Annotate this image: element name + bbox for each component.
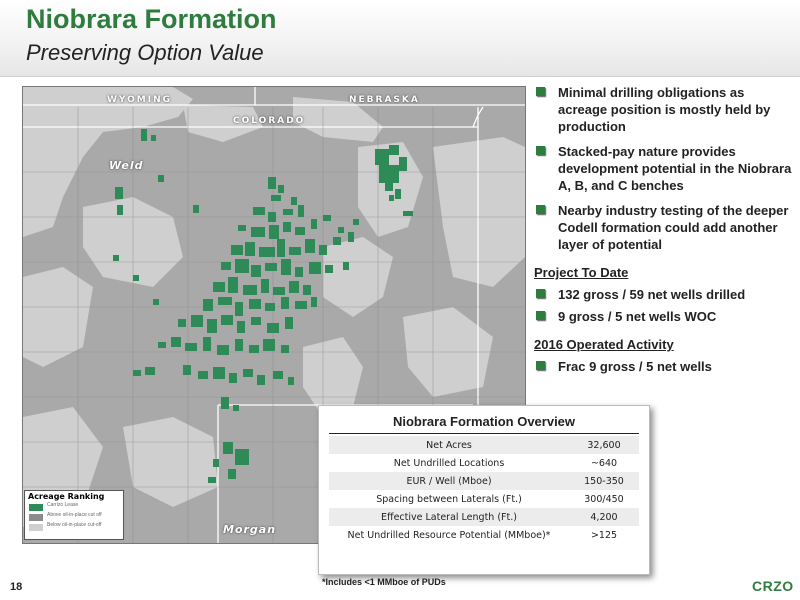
- row-value: 32,600: [569, 436, 639, 454]
- legend-label: Below oil-in-place cut-off: [47, 522, 102, 528]
- legend-swatch: [29, 524, 43, 531]
- map-label-nebraska: NEBRASKA: [349, 95, 420, 105]
- row-label: Effective Lateral Length (Ft.): [329, 508, 569, 526]
- legend-item-carrizo-lease: Carrizo Lease: [25, 503, 123, 512]
- bullet-icon: [536, 87, 545, 96]
- map-legend: Acreage Ranking Carrizo Lease Above oil-…: [24, 490, 124, 540]
- table-row: Effective Lateral Length (Ft.) 4,200: [329, 508, 639, 526]
- table-row: Net Undrilled Locations ~640: [329, 454, 639, 472]
- bullet-icon: [536, 289, 545, 298]
- bullet-icon: [536, 311, 545, 320]
- row-value: 4,200: [569, 508, 639, 526]
- bullet-item: Minimal drilling obligations as acreage …: [534, 84, 796, 135]
- bullet-text: Stacked-pay nature provides development …: [558, 144, 792, 193]
- map-label-colorado: COLORADO: [233, 116, 306, 126]
- page-title: Niobrara Formation: [26, 4, 277, 34]
- overview-title: Niobrara Formation Overview: [392, 414, 576, 429]
- bullet-item: 132 gross / 59 net wells drilled: [534, 286, 796, 303]
- row-value: ~640: [590, 457, 618, 469]
- header-divider: [0, 76, 800, 77]
- legend-title: Acreage Ranking: [28, 492, 105, 501]
- bullet-item: Frac 9 gross / 5 net wells: [534, 358, 796, 375]
- bullet-text: 9 gross / 5 net wells WOC: [558, 309, 717, 324]
- row-value: 300/450: [584, 493, 624, 505]
- map-label-morgan: Morgan: [223, 523, 277, 536]
- bullet-text: Frac 9 gross / 5 net wells: [558, 359, 712, 374]
- row-value: 150-350: [569, 472, 639, 490]
- bullet-item: Stacked-pay nature provides development …: [534, 143, 796, 194]
- row-label: EUR / Well (Mboe): [329, 472, 569, 490]
- map-label-weld: Weld: [109, 159, 144, 172]
- footnote: *Includes <1 MMboe of PUDs: [322, 577, 446, 587]
- row-label: Net Acres: [329, 436, 569, 454]
- bullet-text: Minimal drilling obligations as acreage …: [558, 85, 771, 134]
- bullet-icon: [536, 361, 545, 370]
- slide-header: Niobrara Formation Preserving Option Val…: [0, 0, 800, 76]
- bullet-text: 132 gross / 59 net wells drilled: [558, 287, 746, 302]
- legend-swatch: [29, 504, 43, 511]
- company-logo: CRZO: [752, 578, 794, 594]
- row-label: Net Undrilled Locations: [393, 457, 505, 469]
- legend-swatch: [29, 514, 43, 521]
- row-label: Net Undrilled Resource Potential (MMboe)…: [347, 529, 551, 541]
- bullet-text: Nearby industry testing of the deeper Co…: [558, 203, 789, 252]
- bullet-icon: [536, 205, 545, 214]
- row-label: Spacing between Laterals (Ft.): [376, 493, 522, 505]
- table-row: Net Acres 32,600: [329, 436, 639, 454]
- legend-item-below-cutoff: Below oil-in-place cut-off: [25, 523, 123, 532]
- project-to-date-heading: Project To Date: [534, 265, 629, 280]
- legend-label: Above oil-in-place cut off: [47, 512, 102, 518]
- table-row: Net Undrilled Resource Potential (MMboe)…: [329, 526, 639, 544]
- legend-item-above-cutoff: Above oil-in-place cut off: [25, 513, 123, 522]
- bullet-icon: [536, 146, 545, 155]
- legend-label: Carrizo Lease: [47, 502, 79, 508]
- map-label-wyoming: WYOMING: [107, 95, 172, 105]
- bullet-item: 9 gross / 5 net wells WOC: [534, 308, 796, 325]
- page-subtitle: Preserving Option Value: [26, 40, 264, 65]
- overview-table-card: Niobrara Formation Overview Net Acres 32…: [318, 405, 650, 575]
- overview-divider: [329, 433, 639, 434]
- overview-table: Net Acres 32,600 Net Undrilled Locations…: [329, 436, 639, 544]
- bullet-item: Nearby industry testing of the deeper Co…: [534, 202, 796, 253]
- key-points: Minimal drilling obligations as acreage …: [534, 84, 796, 380]
- table-row: Spacing between Laterals (Ft.) 300/450: [329, 490, 639, 508]
- row-value: >125: [590, 529, 618, 541]
- operated-activity-heading: 2016 Operated Activity: [534, 337, 674, 352]
- page-number: 18: [10, 581, 23, 593]
- table-row: EUR / Well (Mboe) 150-350: [329, 472, 639, 490]
